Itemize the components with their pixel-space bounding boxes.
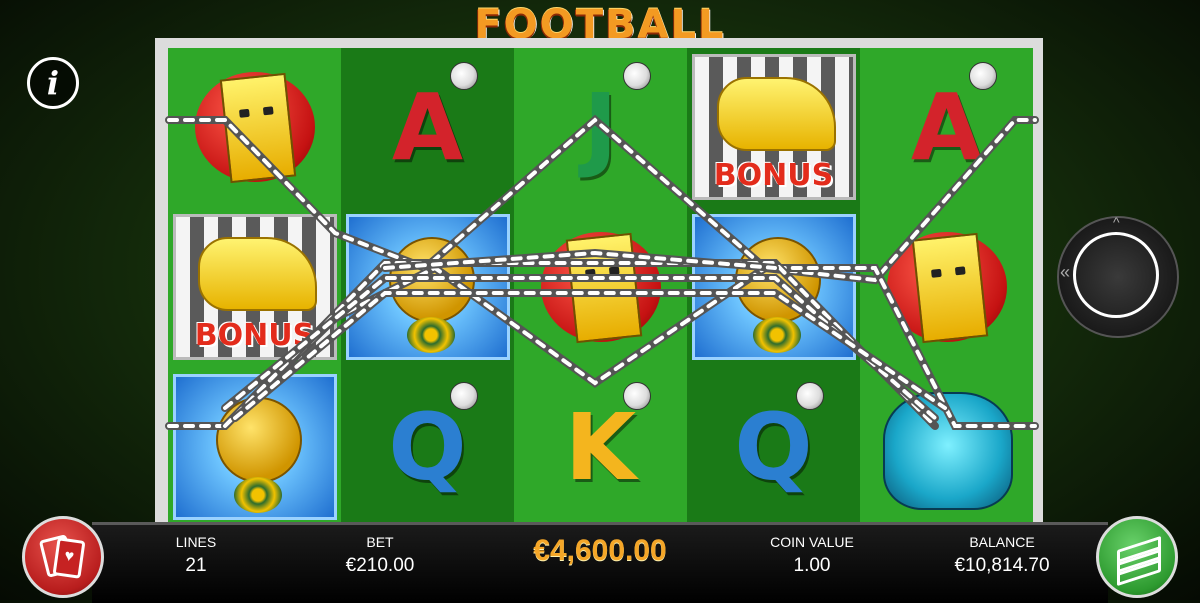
yellow-card-icon — [565, 232, 642, 344]
reel-2: AQ — [341, 48, 514, 538]
trophy-symbol — [691, 214, 856, 360]
symbol-letter-q: Q — [388, 393, 467, 501]
bet-value[interactable]: €210.00 — [310, 555, 450, 577]
reel-4: BONUS Q — [687, 48, 860, 538]
trophy-icon — [388, 237, 475, 323]
trophy-symbol — [172, 374, 337, 520]
paytable-button[interactable]: ♥ — [22, 516, 104, 598]
reel-3: JK — [514, 48, 687, 538]
soccer-ball-icon — [450, 62, 478, 90]
lines-label: LINES — [175, 534, 217, 550]
balance-label: BALANCE — [969, 534, 1035, 550]
reel-5: A — [860, 48, 1033, 538]
goalkeeper-glove-symbol — [865, 374, 1029, 520]
reel-frame: BONUS A Q J K BONUS Q A — [155, 38, 1043, 538]
heart-card-icon: ♥ — [52, 537, 86, 579]
reel-1: BONUS — [168, 48, 341, 538]
bet-label: BET — [366, 534, 394, 550]
lines-value[interactable]: 21 — [126, 555, 266, 577]
soccer-ball-icon — [796, 382, 824, 410]
reel-symbol: BONUS — [687, 52, 860, 202]
soccer-ball-icon — [623, 62, 651, 90]
reel-symbol — [341, 212, 514, 362]
symbol-letter-q: Q — [734, 393, 813, 501]
symbol-letter-k: K — [564, 393, 637, 501]
menu-navigation-button[interactable]: « ^ — [1057, 214, 1179, 338]
yellow-card-symbol — [865, 214, 1029, 360]
logo-ring-icon — [1073, 232, 1159, 318]
trophy-base-icon — [752, 317, 801, 353]
whistle-icon — [716, 77, 836, 151]
yellow-card-icon — [911, 232, 988, 344]
reel-symbol — [514, 212, 687, 362]
symbol-letter-j: J — [583, 73, 618, 181]
chevron-left-icon: « — [1060, 262, 1071, 282]
balance-value: €10,814.70 — [954, 555, 1050, 576]
reel-symbol: J — [514, 52, 687, 202]
reel-symbol — [687, 212, 860, 362]
bonus-label: BONUS — [713, 158, 834, 193]
soccer-ball-icon — [450, 382, 478, 410]
glove-icon — [882, 392, 1013, 510]
bonus-whistle-symbol: BONUS — [691, 54, 856, 200]
whistle-icon — [197, 237, 317, 311]
reel-area: BONUS A Q J K BONUS Q A — [168, 48, 1033, 538]
trophy-base-icon — [406, 317, 455, 353]
coin-value[interactable]: 1.00 — [742, 555, 882, 577]
yellow-card-symbol — [519, 214, 683, 360]
trophy-symbol — [345, 214, 510, 360]
soccer-ball-icon — [623, 382, 651, 410]
coin-value-label: COIN VALUE — [770, 534, 854, 550]
hud: ♥ LINES 21 BET €210.00 €4,600.00 COIN VA… — [0, 500, 1200, 603]
info-button[interactable]: i — [27, 57, 79, 109]
reel-symbol: A — [341, 52, 514, 202]
reel-symbol: BONUS — [168, 212, 341, 362]
chevron-up-icon: ^ — [1113, 214, 1120, 230]
reel-symbol: A — [860, 52, 1033, 202]
symbol-letter-a: A — [910, 73, 983, 181]
soccer-ball-icon — [969, 62, 997, 90]
reel-symbol — [168, 52, 341, 202]
symbol-letter-a: A — [391, 73, 464, 181]
win-amount: €4,600.00 — [533, 534, 667, 567]
yellow-card-symbol — [173, 54, 337, 200]
reel-symbol — [860, 212, 1033, 362]
yellow-card-icon — [219, 72, 296, 184]
trophy-icon — [734, 237, 821, 323]
trophy-icon — [215, 397, 302, 483]
bonus-label: BONUS — [194, 318, 315, 353]
info-icon: i — [46, 64, 60, 102]
cash-button[interactable] — [1096, 516, 1178, 598]
bonus-whistle-symbol: BONUS — [172, 214, 337, 360]
